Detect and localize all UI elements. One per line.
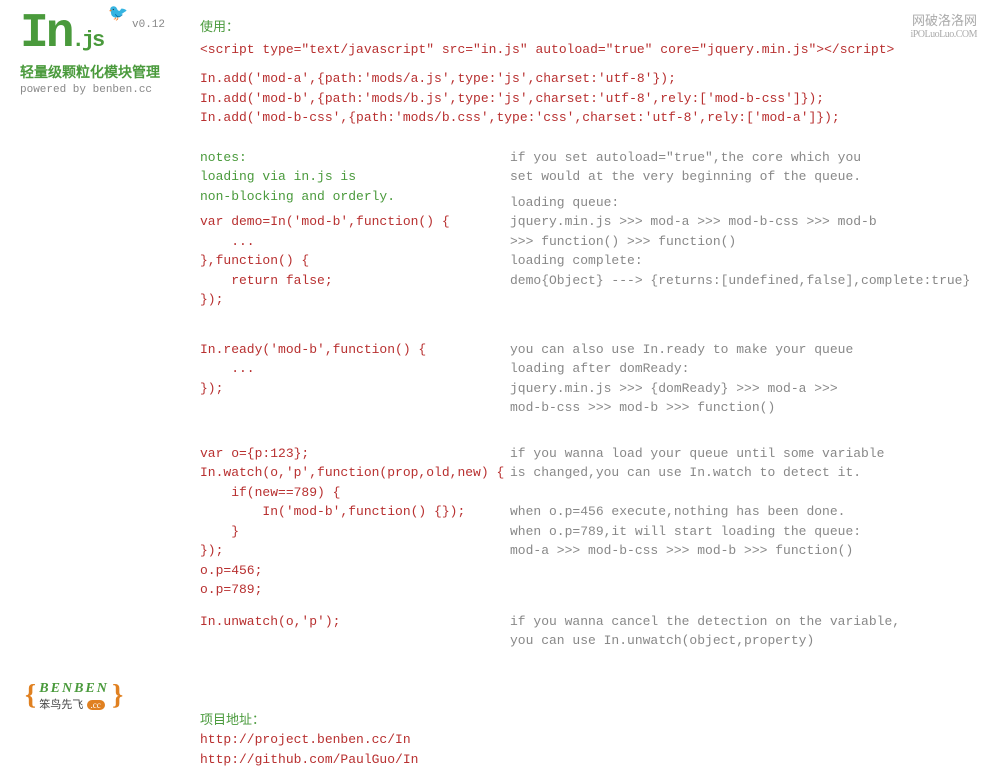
ready-code: In.ready('mod-b',function() { ... }); [200, 340, 510, 399]
unwatch-desc: if you wanna cancel the detection on the… [510, 612, 960, 651]
project-link-2[interactable]: http://github.com/PaulGuo/In [200, 752, 418, 767]
demo-code: var demo=In('mod-b',function() { ... },f… [200, 212, 510, 310]
brace-left-icon: { [25, 680, 36, 711]
benben-name: BENBEN [39, 681, 109, 696]
bird-icon: 🐦 [108, 6, 128, 22]
logo-version: v0.12 [132, 20, 165, 31]
usage-script-line: <script type="text/javascript" src="in.j… [200, 40, 970, 60]
footer-logo: { BENBEN 笨鸟先飞 .cc } [25, 680, 123, 712]
cc-badge: .cc [87, 700, 105, 710]
watch-code: var o={p:123}; In.watch(o,'p',function(p… [200, 444, 510, 600]
notes-left: notes: loading via in.js is non-blocking… [200, 148, 510, 207]
watch-desc: if you wanna load your queue until some … [510, 444, 960, 561]
notes-right-2: loading queue: jquery.min.js >>> mod-a >… [510, 193, 970, 291]
logo-main: In [20, 7, 72, 61]
content: 使用： <script type="text/javascript" src="… [200, 18, 970, 769]
benben-sub: 笨鸟先飞 [39, 699, 83, 711]
logo-ext: .js [72, 28, 103, 53]
ready-desc: you can also use In.ready to make your q… [510, 340, 960, 418]
tagline: 轻量级颗粒化模块管理 [20, 62, 180, 82]
unwatch-code: In.unwatch(o,'p'); [200, 612, 510, 632]
project-title: 项目地址： [200, 711, 970, 731]
logo: In.js 🐦 v0.12 [20, 10, 180, 58]
usage-add-lines: In.add('mod-a',{path:'mods/a.js',type:'j… [200, 69, 970, 128]
project-link-1[interactable]: http://project.benben.cc/In [200, 732, 411, 747]
usage-title: 使用： [200, 18, 970, 38]
brace-right-icon: } [112, 680, 123, 711]
sidebar: In.js 🐦 v0.12 轻量级颗粒化模块管理 powered by benb… [20, 10, 180, 96]
notes-right-1: if you set autoload="true",the core whic… [510, 148, 970, 187]
powered-by: powered by benben.cc [20, 84, 180, 96]
